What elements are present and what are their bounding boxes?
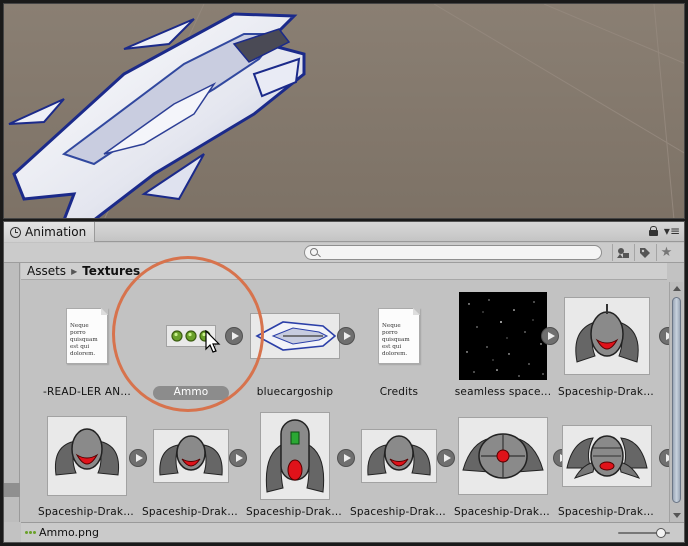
scroll-down-icon[interactable] bbox=[673, 513, 681, 518]
asset-label: -READ-LER AN... bbox=[43, 386, 131, 398]
scrollbar-thumb[interactable] bbox=[672, 297, 681, 503]
scroll-up-icon[interactable] bbox=[673, 286, 681, 291]
asset-thumbnail: Neque porro quisquam est qui dolorem. bbox=[35, 289, 139, 383]
filter-type-icon bbox=[616, 247, 629, 258]
asset-thumbnail bbox=[243, 409, 347, 503]
asset-label: Spaceship-Draki... bbox=[558, 506, 657, 518]
asset-item[interactable]: seamless space... bbox=[451, 285, 559, 398]
ship-icon bbox=[255, 321, 337, 351]
search-icon bbox=[310, 248, 318, 256]
drakir-texture-icon bbox=[260, 412, 330, 500]
ammo-file-icon bbox=[25, 531, 36, 534]
asset-thumbnail bbox=[139, 409, 243, 503]
tag-icon bbox=[639, 247, 650, 258]
favorites-button[interactable]: ★ bbox=[656, 244, 676, 261]
drakir-ship-icon bbox=[54, 428, 120, 476]
scene-view[interactable] bbox=[3, 3, 685, 219]
doc-preview-text: Neque porro quisquam est qui dolorem. bbox=[70, 323, 98, 357]
asset-label: bluecargoship bbox=[256, 386, 334, 398]
search-box[interactable] bbox=[304, 245, 602, 260]
tab-label: Animation bbox=[25, 225, 87, 239]
selected-file-name: Ammo.png bbox=[39, 526, 99, 539]
drakir-texture-icon bbox=[564, 297, 650, 375]
project-panel: Animation ▾≡ ★ Assets ▶ Textures Neque p… bbox=[3, 221, 685, 543]
filter-by-type-button[interactable] bbox=[612, 244, 632, 261]
asset-item[interactable]: bluecargoship bbox=[243, 285, 355, 398]
expand-sprites-button[interactable] bbox=[225, 327, 243, 345]
asset-thumbnail bbox=[555, 289, 659, 383]
asset-label: Spaceship-Draki... bbox=[142, 506, 241, 518]
asset-label: seamless space... bbox=[454, 386, 552, 398]
drakir-ship-icon bbox=[575, 304, 639, 363]
asset-label: Spaceship-Draki... bbox=[38, 506, 137, 518]
filter-by-label-button[interactable] bbox=[634, 244, 654, 261]
drakir-wide-ship-icon bbox=[566, 435, 648, 479]
asset-item[interactable]: Spaceship-Draki... bbox=[243, 405, 355, 518]
drakir-texture-icon bbox=[458, 417, 548, 495]
asset-label-selected: Ammo bbox=[153, 386, 229, 400]
asset-thumbnail bbox=[243, 289, 347, 383]
mouse-cursor-icon bbox=[205, 330, 221, 353]
search-input[interactable] bbox=[321, 246, 591, 259]
asset-label: Spaceship-Draki... bbox=[558, 386, 657, 398]
asset-thumbnail bbox=[35, 409, 139, 503]
tab-controls: ▾≡ bbox=[648, 225, 680, 237]
asset-label: Spaceship-Draki... bbox=[246, 506, 345, 518]
editor-window: Animation ▾≡ ★ Assets ▶ Textures Neque p… bbox=[0, 0, 688, 546]
drakir-texture-icon bbox=[562, 425, 652, 487]
status-bar: Ammo.png bbox=[21, 522, 684, 542]
asset-grid: Neque porro quisquam est qui dolorem. -R… bbox=[21, 281, 677, 522]
asset-thumbnail bbox=[451, 409, 555, 503]
drakir-green-ship-icon bbox=[265, 419, 325, 493]
asset-item[interactable]: Neque porro quisquam est qui dolorem. -R… bbox=[35, 285, 139, 398]
thumbnail-size-slider[interactable] bbox=[618, 528, 670, 538]
asset-thumbnail bbox=[451, 289, 555, 383]
star-icon: ★ bbox=[660, 245, 673, 260]
document-icon: Neque porro quisquam est qui dolorem. bbox=[66, 308, 108, 364]
drakir-ship-icon bbox=[159, 435, 223, 476]
document-icon: Neque porro quisquam est qui dolorem. bbox=[378, 308, 420, 364]
breadcrumb-textures[interactable]: Textures bbox=[82, 264, 140, 278]
asset-thumbnail bbox=[555, 409, 659, 503]
breadcrumb: Assets ▶ Textures bbox=[21, 263, 667, 280]
asset-item[interactable]: Spaceship-Draki... bbox=[555, 285, 677, 398]
asset-item[interactable]: Spaceship-Draki... bbox=[139, 405, 247, 518]
clock-icon bbox=[10, 226, 21, 238]
breadcrumb-separator-icon: ▶ bbox=[71, 266, 78, 276]
spaceship-model[interactable] bbox=[8, 12, 306, 219]
space-texture-icon bbox=[459, 292, 547, 380]
folder-tree-selection[interactable] bbox=[4, 483, 20, 497]
slider-knob[interactable] bbox=[656, 528, 666, 538]
panel-toolbar: ★ bbox=[4, 243, 684, 263]
panel-tab-bar: Animation ▾≡ bbox=[4, 222, 684, 242]
bluecargoship-texture-icon bbox=[250, 313, 340, 359]
asset-label: Spaceship-Draki... bbox=[350, 506, 449, 518]
asset-item[interactable]: Spaceship-Draki... bbox=[451, 405, 571, 518]
panel-menu-icon[interactable]: ▾≡ bbox=[664, 225, 680, 237]
drakir-ship-icon bbox=[367, 435, 431, 476]
drakir-texture-icon bbox=[153, 429, 229, 483]
asset-item[interactable]: Ammo bbox=[139, 285, 243, 400]
breadcrumb-assets[interactable]: Assets bbox=[27, 264, 66, 278]
drakir-round-ship-icon bbox=[462, 433, 544, 479]
drakir-texture-icon bbox=[361, 429, 437, 483]
asset-item[interactable]: Spaceship-Draki... bbox=[347, 405, 455, 518]
drakir-texture-icon bbox=[47, 416, 127, 496]
tab-animation[interactable]: Animation bbox=[4, 222, 96, 242]
doc-preview-text: Neque porro quisquam est qui dolorem. bbox=[382, 323, 410, 357]
lock-icon[interactable] bbox=[648, 226, 658, 236]
asset-item[interactable]: Spaceship-Draki... bbox=[555, 405, 677, 518]
folder-tree-strip[interactable] bbox=[4, 263, 20, 522]
asset-item[interactable]: Neque porro quisquam est qui dolorem. Cr… bbox=[347, 285, 451, 398]
asset-label: Spaceship-Draki... bbox=[454, 506, 553, 518]
asset-label: Credits bbox=[379, 386, 419, 398]
asset-thumbnail: Neque porro quisquam est qui dolorem. bbox=[347, 289, 451, 383]
asset-thumbnail bbox=[347, 409, 451, 503]
asset-item[interactable]: Spaceship-Draki... bbox=[35, 405, 147, 518]
scene-canvas bbox=[8, 4, 684, 219]
asset-grid-scrollbar[interactable] bbox=[669, 282, 683, 522]
